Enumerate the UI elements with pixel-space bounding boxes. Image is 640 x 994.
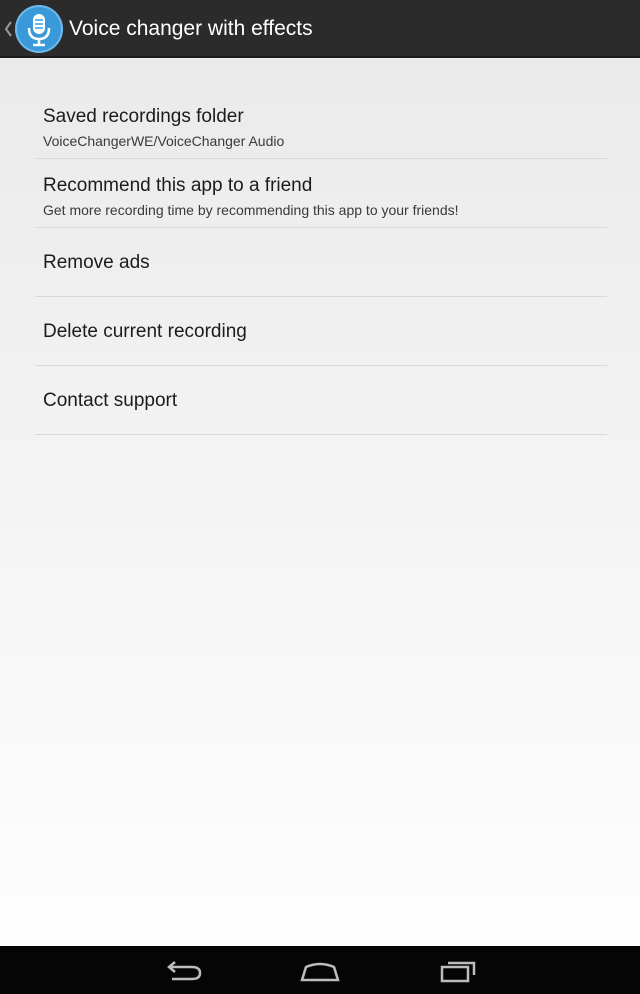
setting-summary: Get more recording time by recommending … [43, 202, 459, 218]
back-icon[interactable] [160, 956, 208, 986]
action-bar: Voice changer with effects [0, 0, 640, 58]
setting-delete-current-recording[interactable]: Delete current recording [35, 297, 607, 366]
setting-contact-support[interactable]: Contact support [35, 366, 607, 435]
setting-title: Delete current recording [43, 321, 247, 342]
setting-remove-ads[interactable]: Remove ads [35, 228, 607, 297]
setting-recommend-app[interactable]: Recommend this app to a friend Get more … [35, 159, 607, 228]
settings-list: Saved recordings folder VoiceChangerWE/V… [35, 90, 607, 435]
app-title: Voice changer with effects [69, 17, 313, 40]
setting-title: Contact support [43, 390, 178, 411]
recent-apps-icon[interactable] [434, 956, 482, 986]
microphone-icon[interactable] [15, 5, 63, 53]
navigation-bar [0, 946, 640, 994]
setting-saved-recordings-folder[interactable]: Saved recordings folder VoiceChangerWE/V… [35, 90, 607, 159]
setting-title: Saved recordings folder [43, 106, 244, 127]
setting-summary: VoiceChangerWE/VoiceChanger Audio [43, 133, 285, 149]
setting-title: Recommend this app to a friend [43, 175, 313, 196]
home-icon[interactable] [296, 956, 344, 986]
setting-title: Remove ads [43, 252, 150, 273]
chevron-left-icon[interactable] [3, 18, 13, 40]
